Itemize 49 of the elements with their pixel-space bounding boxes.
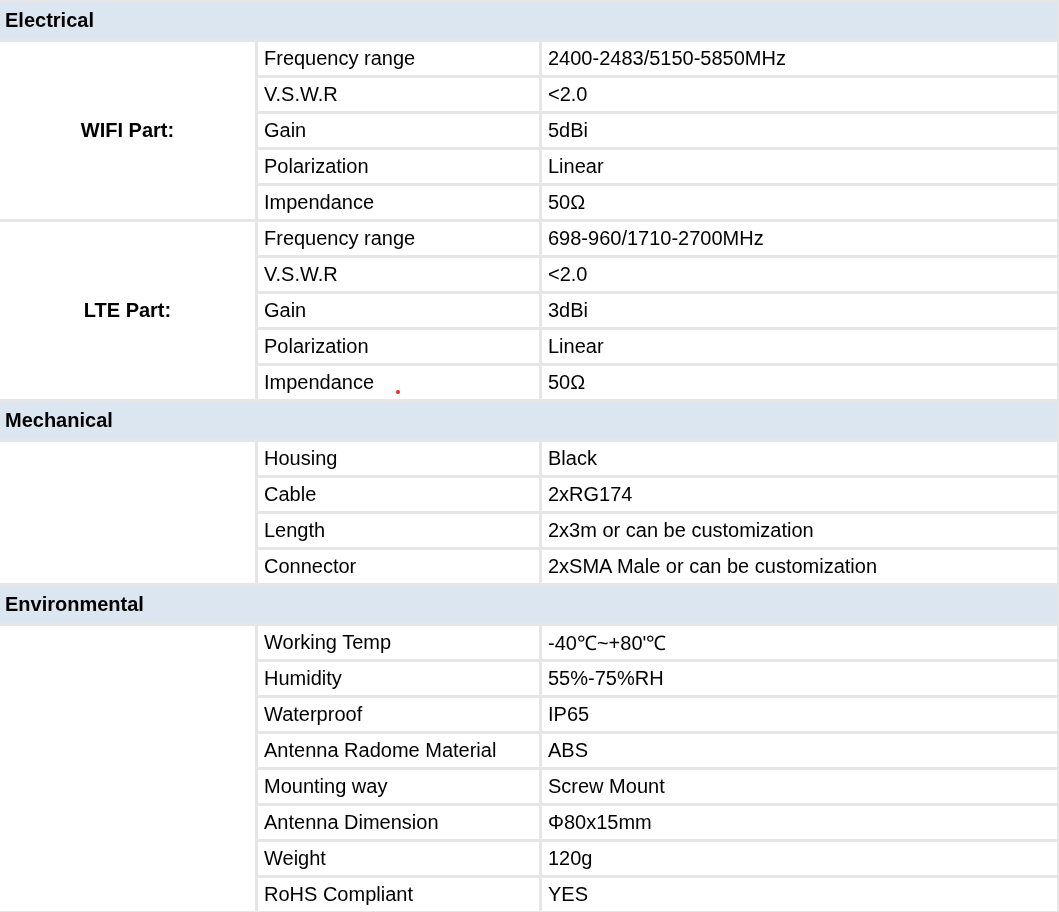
parameter-cell: Polarization [258,150,539,183]
parameter-cell: Connector [258,550,539,583]
group-label: LTE Part: [0,222,255,399]
parameter-cell: Gain [258,114,539,147]
value-cell: 5dBi [542,114,1057,147]
value-cell: YES [542,878,1057,911]
parameter-cell: RoHS Compliant [258,878,539,911]
value-cell: Black [542,442,1057,475]
parameter-cell: Frequency range [258,42,539,75]
value-cell: <2.0 [542,258,1057,291]
parameter-cell: Cable [258,478,539,511]
parameter-cell: Frequency range [258,222,539,255]
value-cell: 2xSMA Male or can be customization [542,550,1057,583]
value-cell: 120g [542,842,1057,875]
parameter-cell: Housing [258,442,539,475]
parameter-cell: V.S.W.R [258,258,539,291]
value-cell: 2400-2483/5150-5850MHz [542,42,1057,75]
parameter-cell: Gain [258,294,539,327]
value-cell: ABS [542,734,1057,767]
parameter-cell: Working Temp [258,626,539,659]
parameter-cell: Impendance [258,186,539,219]
value-cell: -40℃~+80'℃ [542,626,1057,659]
group-label: WIFI Part: [0,42,255,219]
value-cell: 698-960/1710-2700MHz [542,222,1057,255]
parameter-cell: V.S.W.R [258,78,539,111]
parameter-cell: Mounting way [258,770,539,803]
value-cell: 50Ω [542,186,1057,219]
parameter-cell: Antenna Dimension [258,806,539,839]
value-cell: Screw Mount [542,770,1057,803]
parameter-cell: Weight [258,842,539,875]
value-cell: 2x3m or can be customization [542,514,1057,547]
parameter-cell: Polarization [258,330,539,363]
value-cell: 2xRG174 [542,478,1057,511]
section-header: Mechanical [0,402,1057,439]
value-cell: <2.0 [542,78,1057,111]
value-cell: Linear [542,150,1057,183]
value-cell: IP65 [542,698,1057,731]
parameter-cell: Impendance [258,366,539,399]
value-cell: 3dBi [542,294,1057,327]
value-cell: 55%-75%RH [542,662,1057,695]
value-cell: 50Ω [542,366,1057,399]
section-header: Electrical [0,2,1057,39]
parameter-cell: Humidity [258,662,539,695]
section-header: Environmental [0,586,1057,623]
value-cell: Linear [542,330,1057,363]
parameter-cell: Waterproof [258,698,539,731]
parameter-cell: Antenna Radome Material [258,734,539,767]
value-cell: Φ80x15mm [542,806,1057,839]
parameter-cell: Length [258,514,539,547]
